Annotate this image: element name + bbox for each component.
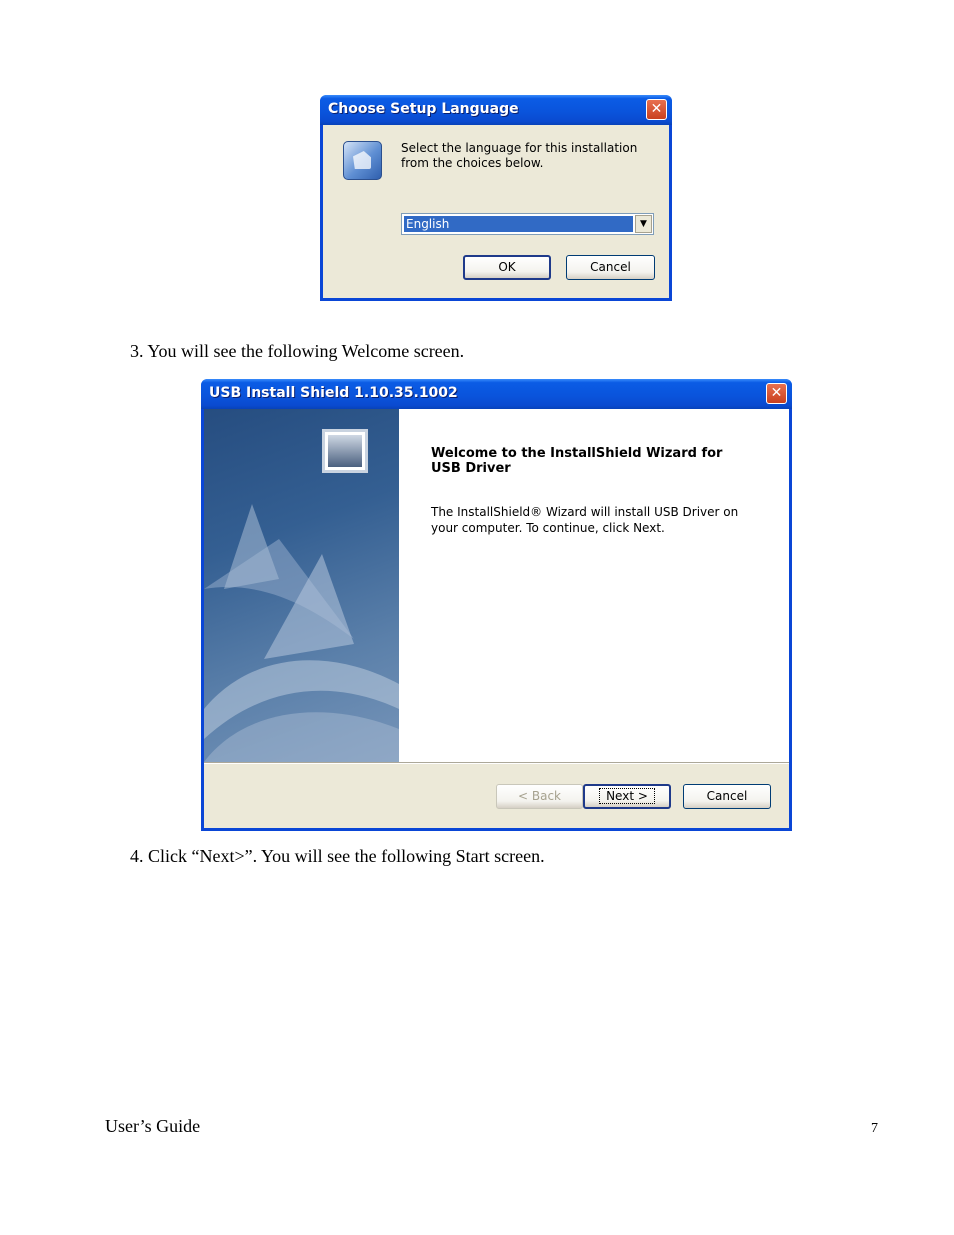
next-button-label: Next > xyxy=(599,788,655,804)
language-prompt: Select the language for this installatio… xyxy=(401,141,638,170)
wizard-banner-image xyxy=(204,409,399,762)
step-3-text: 3. You will see the following Welcome sc… xyxy=(130,341,465,361)
close-icon[interactable]: ✕ xyxy=(766,383,787,404)
wizard-description: The InstallShield® Wizard will install U… xyxy=(431,505,739,535)
back-button[interactable]: < Back xyxy=(496,784,583,809)
setup-globe-icon xyxy=(343,141,382,180)
footer-guide-title: User’s Guide xyxy=(105,1116,201,1136)
language-dialog: Choose Setup Language ✕ Select the langu… xyxy=(320,95,672,301)
ok-button-label: OK xyxy=(498,260,516,274)
installshield-logo-icon xyxy=(322,429,368,473)
next-button[interactable]: Next > xyxy=(583,784,671,809)
language-dialog-titlebar[interactable]: Choose Setup Language ✕ xyxy=(320,95,672,125)
wizard-cancel-button[interactable]: Cancel xyxy=(683,784,771,809)
wizard-titlebar[interactable]: USB Install Shield 1.10.35.1002 ✕ xyxy=(201,379,792,409)
wizard-title: USB Install Shield 1.10.35.1002 xyxy=(209,385,458,401)
cancel-button[interactable]: Cancel xyxy=(566,255,655,280)
close-icon[interactable]: ✕ xyxy=(646,99,667,120)
chevron-down-icon[interactable]: ▼ xyxy=(635,215,652,233)
wizard-cancel-button-label: Cancel xyxy=(706,789,748,803)
ok-button[interactable]: OK xyxy=(463,255,551,280)
installshield-wizard: USB Install Shield 1.10.35.1002 ✕ Welcom… xyxy=(201,379,792,831)
wizard-content-panel: Welcome to the InstallShield Wizard for … xyxy=(399,409,789,762)
back-button-label: < Back xyxy=(517,789,561,803)
wizard-body: Welcome to the InstallShield Wizard for … xyxy=(204,409,789,828)
wizard-divider xyxy=(204,762,789,764)
language-dialog-title: Choose Setup Language xyxy=(328,101,519,117)
language-dropdown[interactable]: English ▼ xyxy=(401,213,654,235)
sails-graphic xyxy=(204,504,399,762)
cancel-button-label: Cancel xyxy=(590,260,631,274)
wizard-heading: Welcome to the InstallShield Wizard for … xyxy=(431,446,723,476)
language-dropdown-value: English xyxy=(404,216,633,232)
step-4-text: 4. Click “Next>”. You will see the follo… xyxy=(130,846,545,866)
language-dialog-body: Select the language for this installatio… xyxy=(323,125,669,298)
page-number: 7 xyxy=(871,1121,878,1136)
